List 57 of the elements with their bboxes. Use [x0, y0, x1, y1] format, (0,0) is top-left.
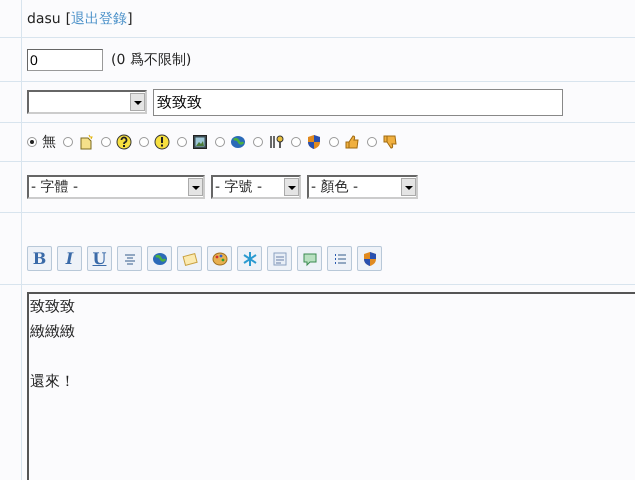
code-icon [272, 250, 288, 266]
italic-button[interactable]: I [57, 246, 82, 271]
message-line: 致致致 [30, 296, 75, 317]
size-select[interactable]: - 字號 - [211, 175, 301, 199]
shield-icon [362, 250, 378, 266]
snowflake-button[interactable] [237, 246, 262, 271]
bracket: [ [66, 10, 72, 26]
list-button[interactable] [327, 246, 352, 271]
color-select[interactable]: - 顏色 - [307, 175, 418, 199]
message-line: 還來！ [30, 371, 75, 392]
align-button[interactable] [117, 246, 142, 271]
caret-icon [284, 178, 299, 196]
palette-button[interactable] [207, 246, 232, 271]
note-icon [78, 134, 94, 150]
type-select[interactable] [27, 90, 147, 114]
globe-icon [230, 134, 246, 150]
shield-button[interactable] [357, 246, 382, 271]
radio-label: 無 [42, 133, 56, 151]
caret-icon [130, 93, 145, 111]
exclamation-icon [154, 134, 170, 150]
globe-button[interactable] [147, 246, 172, 271]
title-field[interactable]: 致致致 [153, 88, 563, 116]
globe-icon [152, 250, 168, 266]
bracket: ] [127, 10, 133, 26]
tools-icon [268, 134, 284, 150]
radio-button[interactable] [253, 137, 263, 147]
username: dasu [27, 10, 61, 26]
question-icon [116, 134, 132, 150]
thumb-down-icon [382, 134, 398, 150]
radio-button[interactable] [367, 137, 377, 147]
thumb-up-icon [344, 134, 360, 150]
radio-button[interactable] [101, 137, 111, 147]
bold-button[interactable]: B [27, 246, 52, 271]
radio-button[interactable] [215, 137, 225, 147]
palette-icon [212, 250, 228, 266]
speech-button[interactable] [297, 246, 322, 271]
font-select[interactable]: - 字體 - [27, 175, 205, 199]
code-button[interactable] [267, 246, 292, 271]
radio-button[interactable] [63, 137, 73, 147]
envelope-button[interactable] [177, 246, 202, 271]
picture-icon [192, 134, 208, 150]
snowflake-icon [242, 250, 258, 266]
limit-hint: (0 爲不限制) [111, 50, 192, 68]
speech-bubble-icon [302, 250, 318, 266]
underline-button[interactable]: U [87, 246, 112, 271]
message-line: 緻緻緻 [30, 321, 75, 342]
radio-button[interactable] [329, 137, 339, 147]
limit-field[interactable]: 0 [27, 48, 103, 70]
shield-icon [306, 134, 322, 150]
message-field[interactable]: 致致致 緻緻緻 還來！ [27, 292, 635, 480]
caret-icon [188, 178, 203, 196]
radio-button[interactable] [177, 137, 187, 147]
radio-button[interactable] [291, 137, 301, 147]
radio-button[interactable] [139, 137, 149, 147]
caret-icon [401, 178, 416, 196]
radio-button[interactable] [27, 137, 37, 147]
envelope-icon [182, 250, 198, 266]
